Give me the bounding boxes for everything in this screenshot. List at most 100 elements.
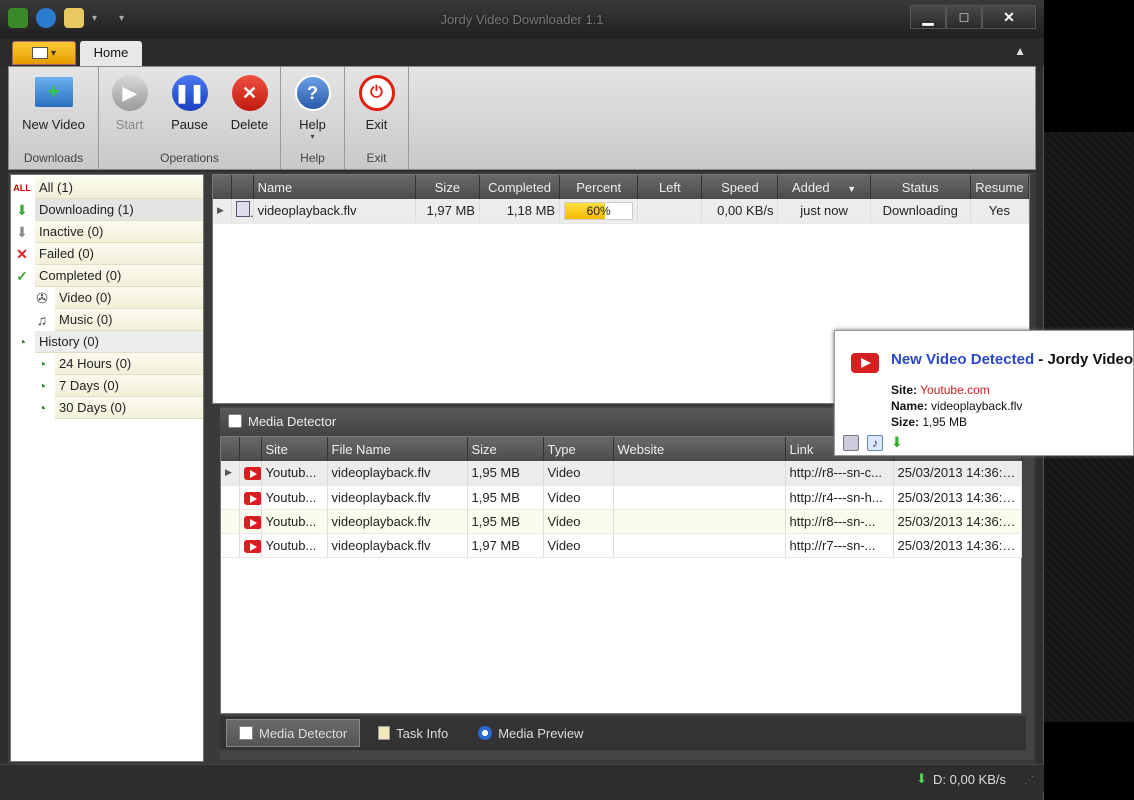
column-header-size[interactable]: Size: [415, 175, 480, 199]
tab-label: Media Detector: [259, 725, 348, 741]
size-value: 1,95 MB: [922, 415, 968, 429]
column-header-completed[interactable]: Completed: [479, 175, 561, 199]
new-video-notification[interactable]: New Video Detected - Jordy Video Site: Y…: [834, 330, 1134, 456]
youtube-icon: [243, 515, 260, 529]
header-icon: [231, 175, 254, 199]
tab-media-detector[interactable]: Media Detector: [226, 719, 361, 747]
table-row[interactable]: ▶ Youtub... videoplayback.flv 1,95 MB Vi…: [221, 461, 1022, 486]
speed-label: D: 0,00 KB/s: [933, 771, 1006, 787]
sidebar-item-label: All (1): [35, 177, 203, 199]
sidebar-item-history[interactable]: ◔ History (0): [13, 331, 203, 353]
column-header-size[interactable]: Size: [467, 437, 544, 461]
sidebar-item-all[interactable]: ALL All (1): [13, 177, 203, 199]
tab-task-info[interactable]: Task Info: [366, 719, 460, 747]
youtube-icon: [243, 467, 260, 481]
cell-link: http://r8---sn-c...: [785, 461, 894, 486]
row-indicator: [221, 485, 240, 510]
cell-size: 1,97 MB: [467, 533, 544, 558]
tab-media-preview[interactable]: Media Preview: [466, 719, 595, 747]
video-file-icon[interactable]: [843, 435, 859, 451]
column-header-resume[interactable]: Resume: [970, 175, 1030, 199]
music-note-icon: ♫: [36, 312, 48, 328]
cell-website: [613, 461, 786, 486]
table-row[interactable]: Youtub... videoplayback.flv 1,95 MB Vide…: [221, 485, 1022, 510]
sidebar-item-failed[interactable]: ✕ Failed (0): [13, 243, 203, 265]
cell-link: http://r4---sn-h...: [785, 485, 894, 510]
media-detector-title: Media Detector: [248, 413, 337, 429]
sidebar-item-inactive[interactable]: ⬇ Inactive (0): [13, 221, 203, 243]
minimize-button[interactable]: ▁: [910, 5, 946, 29]
close-button[interactable]: ✕: [982, 5, 1036, 29]
table-row[interactable]: Youtub... videoplayback.flv 1,95 MB Vide…: [221, 509, 1022, 534]
sidebar-item-completed[interactable]: ✓ Completed (0): [13, 265, 203, 287]
column-header-percent[interactable]: Percent: [559, 175, 639, 199]
delete-x-icon: ✕: [231, 75, 268, 111]
cell-size: 1,95 MB: [467, 461, 544, 486]
sidebar-item-label: 24 Hours (0): [55, 353, 203, 375]
power-icon: ⏻: [358, 75, 395, 111]
cell-website: [613, 485, 786, 510]
notification-size-line: Size: 1,95 MB: [891, 415, 967, 429]
column-header-site[interactable]: Site: [261, 437, 328, 461]
notification-title: New Video Detected - Jordy Video: [891, 351, 1133, 368]
site-label: Site:: [891, 383, 918, 397]
ribbon-tab-row: ▾ Home ▲: [0, 38, 1044, 67]
all-icon: ALL: [13, 183, 31, 193]
main-area: ALL All (1) ⬇ Downloading (1) ⬇ Inactive…: [8, 172, 1036, 764]
column-header-status[interactable]: Status: [870, 175, 971, 199]
column-header-name[interactable]: Name: [253, 175, 416, 199]
column-header-speed[interactable]: Speed: [701, 175, 779, 199]
table-row[interactable]: ▶ videoplayback.flv 1,97 MB 1,18 MB 60%: [213, 199, 1030, 224]
window-controls: ▁ □ ✕: [910, 5, 1036, 29]
youtube-icon: [243, 539, 260, 553]
column-header-website[interactable]: Website: [613, 437, 786, 461]
maximize-button[interactable]: □: [946, 5, 982, 29]
cell-file-name: videoplayback.flv: [327, 509, 468, 534]
title-bar: ▾ ▾ Jordy Video Downloader 1.1 ▁ □ ✕: [0, 0, 1044, 38]
sidebar-item-video[interactable]: ✇ Video (0): [33, 287, 203, 309]
row-indicator-icon: ▶: [213, 199, 232, 224]
header-row-indicator: [213, 175, 232, 199]
music-note-icon[interactable]: ♪: [867, 435, 883, 451]
cell-website: [613, 533, 786, 558]
ribbon-group-exit: ⏻ Exit Exit: [345, 67, 409, 169]
tab-home[interactable]: Home: [80, 41, 142, 67]
cell-size: 1,95 MB: [467, 509, 544, 534]
ribbon-group-help: ? Help ▾ Help: [281, 67, 345, 169]
sidebar-item-7-days[interactable]: ◔ 7 Days (0): [33, 375, 203, 397]
category-sidebar: ALL All (1) ⬇ Downloading (1) ⬇ Inactive…: [10, 174, 204, 762]
header-icon: [239, 437, 262, 461]
sidebar-item-downloading[interactable]: ⬇ Downloading (1): [13, 199, 203, 221]
download-arrow-icon[interactable]: ⬇: [891, 435, 907, 451]
application-menu-button[interactable]: ▾: [12, 41, 76, 65]
tab-label: Media Preview: [498, 725, 584, 741]
media-detector-icon: [228, 414, 242, 428]
ribbon-collapse-icon[interactable]: ▲: [1014, 44, 1026, 58]
site-value: Youtube.com: [920, 383, 990, 397]
ribbon: + New Video Downloads ▶ Start ❚❚ Pause ✕…: [8, 66, 1036, 170]
cell-detected-on: 25/03/2013 14:36:23: [893, 533, 1022, 558]
column-header-file-name[interactable]: File Name: [327, 437, 468, 461]
help-question-icon: ?: [294, 75, 331, 111]
sidebar-item-30-days[interactable]: ◔ 30 Days (0): [33, 397, 203, 419]
clock-icon: ◔: [37, 356, 47, 372]
column-header-added[interactable]: Added ▼: [777, 175, 871, 199]
column-header-type[interactable]: Type: [543, 437, 614, 461]
sidebar-item-24-hours[interactable]: ◔ 24 Hours (0): [33, 353, 203, 375]
play-icon: ▶: [111, 75, 148, 111]
sidebar-item-music[interactable]: ♫ Music (0): [33, 309, 203, 331]
cell-detected-on: 25/03/2013 14:36:54: [893, 461, 1022, 486]
progress-bar: 60%: [564, 201, 634, 220]
table-row[interactable]: Youtub... videoplayback.flv 1,97 MB Vide…: [221, 533, 1022, 558]
resize-grip-icon[interactable]: ⋰: [1024, 775, 1034, 786]
sidebar-item-label: 7 Days (0): [55, 375, 203, 397]
notification-actions: ♪ ⬇: [843, 435, 907, 451]
chevron-down-icon: ▾: [50, 47, 57, 59]
column-header-left[interactable]: Left: [637, 175, 703, 199]
downloads-header-row: Name Size Completed Percent Left Speed A…: [213, 175, 1030, 199]
cell-site: Youtub...: [261, 485, 328, 510]
cell-type: Video: [543, 461, 614, 486]
cell-type: Video: [543, 509, 614, 534]
cell-type: Video: [543, 533, 614, 558]
cell-link: http://r8---sn-...: [785, 509, 894, 534]
